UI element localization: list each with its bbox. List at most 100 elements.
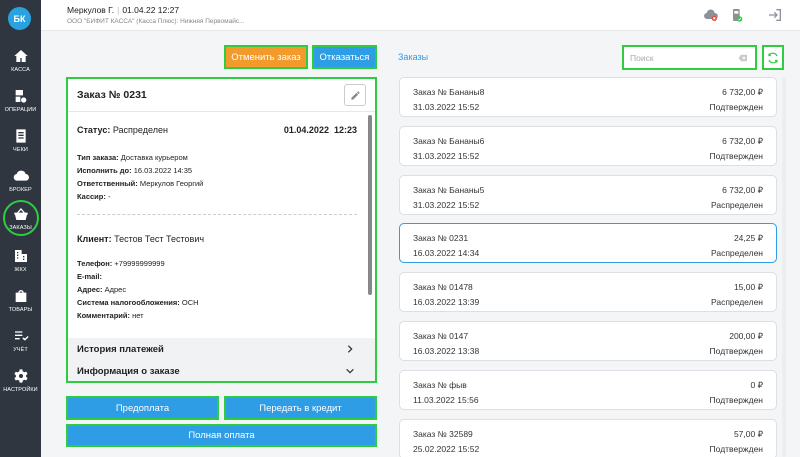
order-date: 31.03.2022 15:52 [413, 200, 480, 210]
gear-icon [13, 368, 28, 383]
refuse-button[interactable]: Отказаться [312, 45, 377, 69]
orders-list: Заказ № Бананы8 31.03.2022 15:52 6 732,0… [399, 77, 777, 457]
building-icon [14, 249, 27, 262]
order-sum: 24,25 ₽ [733, 233, 763, 243]
client-label: Клиент: [77, 234, 112, 244]
order-name: Заказ № Бананы6 [413, 136, 485, 146]
order-status: Подтвержден [709, 395, 763, 405]
sidebar: БК КАССА ОПЕРАЦИИ ЧЕКИ БРОКЕР ЗАКАЗЫ ЖКХ… [0, 0, 41, 457]
comment-row: Комментарий: нет [77, 311, 144, 320]
phone-label: Телефон: [77, 259, 113, 268]
section-divider [77, 214, 357, 215]
order-list-item[interactable]: Заказ № фыв 11.03.2022 15:56 0 ₽ Подтвер… [399, 370, 777, 410]
bag-icon [15, 289, 26, 302]
header-divider: | [117, 5, 120, 15]
refresh-button[interactable] [762, 45, 784, 70]
sidebar-item-orders[interactable]: ЗАКАЗЫ [0, 198, 41, 238]
order-list-item[interactable]: Заказ № Бананы8 31.03.2022 15:52 6 732,0… [399, 77, 777, 117]
kkt-status-icon[interactable] [729, 7, 745, 28]
phone-row: Телефон: +79999999999 [77, 259, 165, 268]
payments-history-accordion[interactable]: История платежей [68, 338, 375, 360]
edit-order-button[interactable] [344, 84, 366, 106]
organization-name: ООО "БИФИТ КАССА" (Касса Плюс): Нижняя П… [67, 18, 245, 25]
email-row: E-mail: [77, 272, 102, 281]
sidebar-item-housing[interactable]: ЖКХ [0, 240, 41, 280]
clear-search-icon[interactable] [738, 54, 748, 62]
sidebar-item-kassa[interactable]: КАССА [0, 40, 41, 80]
search-input[interactable] [624, 52, 734, 63]
order-info-label: Информация о заказе [77, 365, 180, 377]
comment-label: Комментарий: [77, 311, 131, 320]
home-icon [13, 49, 28, 62]
avatar[interactable]: БК [8, 7, 31, 30]
pencil-icon [350, 90, 360, 100]
order-list-item[interactable]: Заказ № Бананы6 31.03.2022 15:52 6 732,0… [399, 126, 777, 166]
order-status: Распределен [710, 297, 763, 307]
sidebar-item-label: БРОКЕР [9, 186, 32, 193]
order-name: Заказ № 0231 [413, 233, 469, 243]
order-date: 25.02.2022 15:52 [413, 444, 480, 454]
active-highlight [3, 200, 39, 236]
sidebar-item-label: ЖКХ [14, 266, 27, 273]
order-list-item[interactable]: Заказ № 01478 16.03.2022 13:39 15,00 ₽ Р… [399, 272, 777, 312]
status-label: Статус: [77, 125, 111, 135]
cloud-status-icon[interactable] [703, 7, 719, 28]
order-name: Заказ № 01478 [413, 282, 473, 292]
payments-history-label: История платежей [77, 343, 164, 355]
order-name: Заказ № Бананы5 [413, 185, 485, 195]
order-type-label: Тип заказа: [77, 153, 119, 162]
order-sum: 57,00 ₽ [733, 429, 763, 439]
sidebar-item-label: УЧЁТ [13, 346, 28, 353]
order-info-accordion[interactable]: Информация о заказе [68, 360, 375, 381]
orders-list-scrollbar[interactable] [782, 77, 786, 457]
sidebar-item-receipts[interactable]: ЧЕКИ [0, 120, 41, 160]
client-value: Тестов Тест Тестович [114, 234, 205, 244]
address-value: Адрес [104, 285, 127, 294]
order-list-item[interactable]: Заказ № Бананы5 31.03.2022 15:52 6 732,0… [399, 175, 777, 215]
order-date: 31.03.2022 15:52 [413, 151, 480, 161]
order-list-item-selected[interactable]: Заказ № 0231 16.03.2022 14:34 24,25 ₽ Ра… [399, 223, 777, 263]
refresh-icon [768, 52, 778, 63]
responsible-row: Ответственный: Меркулов Георгий [77, 179, 203, 188]
sidebar-item-accounting[interactable]: УЧЁТ [0, 320, 41, 360]
order-status: Распределен [710, 200, 763, 210]
order-type-value: Доставка курьером [120, 153, 188, 162]
order-name: Заказ № 0147 [413, 331, 469, 341]
order-name: Заказ № Бананы8 [413, 87, 485, 97]
due-value: 16.03.2022 14:35 [133, 166, 193, 175]
transfer-to-credit-button[interactable]: Передать в кредит [224, 396, 377, 420]
cashier-label: Кассир: [77, 192, 106, 201]
address-label: Адрес: [77, 285, 103, 294]
cancel-order-button[interactable]: Отменить заказ [224, 45, 308, 69]
tax-system-value: ОСН [181, 298, 199, 307]
sidebar-item-settings[interactable]: НАСТРОЙКИ [0, 360, 41, 400]
comment-value: нет [132, 311, 144, 320]
order-date: 16.03.2022 13:39 [413, 297, 480, 307]
tab-orders[interactable]: Заказы [398, 52, 428, 62]
order-date: 11.03.2022 15:56 [413, 395, 479, 405]
logout-icon[interactable] [767, 7, 783, 28]
scrollbar-thumb[interactable] [368, 115, 372, 295]
order-sum: 15,00 ₽ [733, 282, 763, 292]
checklist-icon [14, 330, 29, 341]
sidebar-item-goods[interactable]: ТОВАРЫ [0, 280, 41, 320]
sidebar-item-broker[interactable]: БРОКЕР [0, 160, 41, 200]
order-sum: 0 ₽ [750, 380, 764, 390]
top-header: Меркулов Г. | 01.04.22 12:27 ООО "БИФИТ КА… [41, 0, 800, 31]
order-sum: 200,00 ₽ [729, 331, 763, 341]
order-name: Заказ № фыв [413, 380, 467, 390]
email-label: E-mail: [77, 272, 103, 281]
status-date: 01.04.2022 [283, 125, 329, 135]
order-status: Подтвержден [709, 102, 763, 112]
order-list-item[interactable]: Заказ № 32589 25.02.2022 15:52 57,00 ₽ П… [399, 419, 777, 457]
chevron-right-icon [347, 345, 353, 353]
sidebar-item-operations[interactable]: ОПЕРАЦИИ [0, 80, 41, 120]
order-date: 31.03.2022 15:52 [413, 102, 480, 112]
phone-value: +79999999999 [114, 259, 165, 268]
full-payment-button[interactable]: Полная оплата [66, 424, 377, 447]
client-row: Клиент: Тестов Тест Тестович [77, 234, 204, 244]
prepay-button[interactable]: Предоплата [66, 396, 219, 420]
status-value: Распределен [112, 125, 168, 135]
order-card-scrollbar[interactable] [368, 115, 372, 295]
order-list-item[interactable]: Заказ № 0147 16.03.2022 13:38 200,00 ₽ П… [399, 321, 777, 361]
